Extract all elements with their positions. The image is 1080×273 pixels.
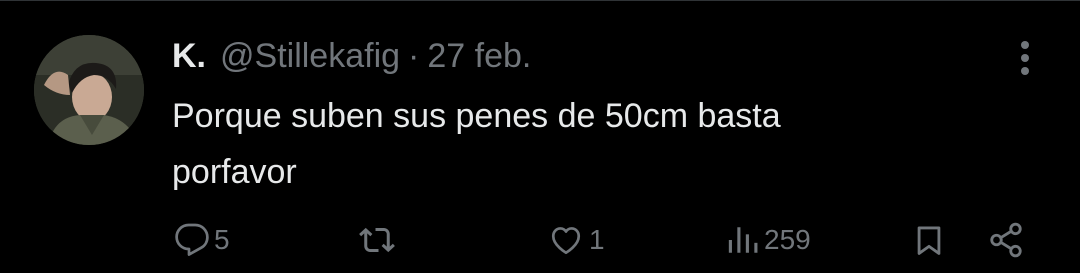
- views-count: 259: [764, 224, 811, 255]
- more-vertical-icon: [1021, 41, 1029, 75]
- reply-button[interactable]: 5: [174, 215, 230, 265]
- bookmark-button[interactable]: [912, 215, 946, 265]
- reply-count: 5: [214, 224, 230, 255]
- tweet-text-line: Porque suben sus penes de 50cm basta: [172, 97, 781, 135]
- avatar[interactable]: [34, 35, 144, 145]
- comment-icon: [175, 223, 209, 256]
- repost-button[interactable]: [358, 215, 400, 265]
- share-button[interactable]: [986, 215, 1026, 265]
- like-count: 1: [589, 224, 605, 255]
- like-button[interactable]: 1: [547, 215, 605, 265]
- heart-icon: [551, 227, 581, 255]
- tweet-text-line: porfavor: [172, 153, 297, 191]
- user-handle[interactable]: @Stillekafig: [220, 37, 400, 76]
- avatar-photo: [34, 35, 144, 145]
- bar-chart-icon: [728, 227, 758, 253]
- top-divider: [0, 0, 1080, 1]
- tweet-date[interactable]: 27 feb.: [427, 37, 531, 76]
- separator-dot: ·: [408, 36, 420, 75]
- repost-icon: [359, 227, 395, 253]
- share-icon: [990, 222, 1022, 258]
- tweet-text: Porque suben sus penes de 50cm basta por…: [172, 88, 972, 200]
- views-button[interactable]: 259: [726, 215, 811, 265]
- tweet-header: K. @Stillekafig · 27 feb.: [172, 34, 531, 78]
- bookmark-icon: [917, 226, 941, 255]
- more-options-button[interactable]: [1008, 38, 1042, 78]
- action-bar: 5 1 259: [0, 215, 1080, 265]
- display-name[interactable]: K.: [172, 37, 206, 76]
